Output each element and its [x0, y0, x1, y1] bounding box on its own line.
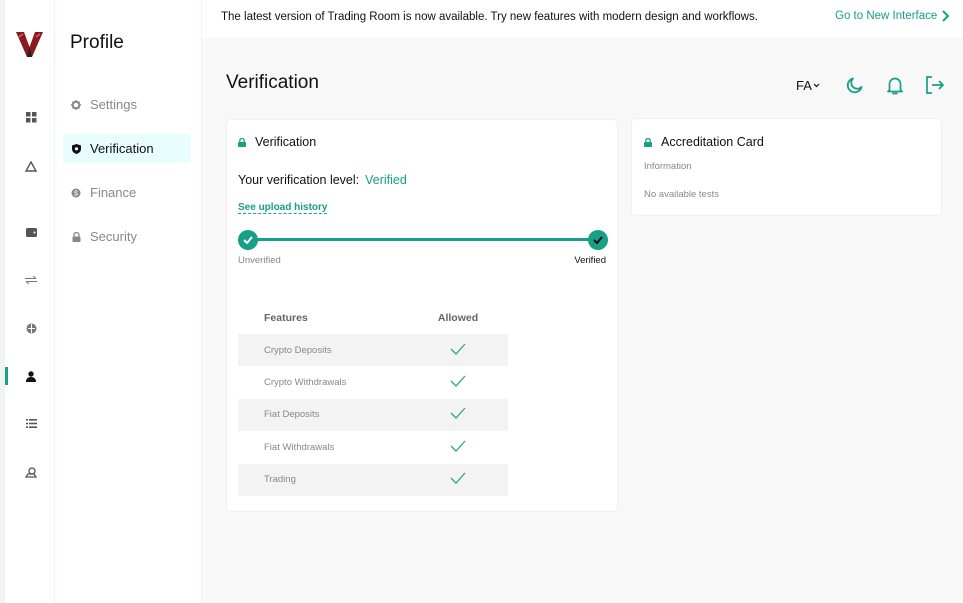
list-icon[interactable]	[24, 416, 38, 430]
new-interface-link[interactable]: Go to New Interface	[835, 10, 950, 22]
feature-name: Crypto Deposits	[238, 334, 408, 367]
moon-icon	[846, 77, 863, 94]
recycle-icon[interactable]	[24, 159, 38, 173]
subnav-item-settings[interactable]: Settings	[63, 90, 191, 119]
accreditation-card-header: Accreditation Card	[644, 135, 764, 149]
user-icon[interactable]	[24, 369, 38, 383]
notifications-button[interactable]	[885, 75, 905, 95]
rail-edge	[0, 0, 5, 603]
allowed-cell	[408, 398, 508, 432]
exchange-icon[interactable]	[24, 273, 38, 287]
features-header: Features	[264, 311, 308, 324]
verification-progress	[238, 230, 608, 250]
feature-name: Crypto Withdrawals	[264, 377, 347, 389]
banner-message: The latest version of Trading Room is no…	[221, 11, 758, 23]
verification-card: Verification Your verification level: Ver…	[226, 119, 618, 512]
subnav-item-security[interactable]: Security	[63, 222, 191, 251]
no-tests-message: No available tests	[644, 189, 719, 200]
lock-icon	[644, 137, 652, 147]
check-icon	[450, 440, 466, 452]
bell-icon	[887, 77, 903, 94]
step-label-verified: Verified	[574, 255, 606, 266]
allowed-cell	[408, 366, 508, 398]
feature-name: Fiat Deposits	[238, 398, 408, 432]
referral-icon[interactable]	[24, 465, 38, 479]
table-row: Crypto Withdrawals	[238, 366, 508, 398]
subnav-title: Profile	[70, 32, 124, 53]
table-row: Crypto Deposits	[238, 334, 508, 367]
language-value: FA	[796, 77, 812, 93]
chevron-down-icon	[813, 83, 820, 87]
features-table: Features Allowed Crypto Deposits Crypto W…	[238, 301, 508, 496]
active-indicator	[5, 367, 8, 385]
check-icon	[593, 236, 603, 244]
allowed-header: Allowed	[437, 311, 479, 324]
table-row: Fiat Withdrawals	[238, 431, 508, 463]
dark-mode-toggle[interactable]	[845, 75, 865, 95]
check-icon	[243, 236, 253, 244]
allowed-cell	[408, 334, 508, 367]
page-title: Verification	[226, 72, 319, 93]
logout-icon	[926, 76, 945, 94]
shield-icon	[69, 143, 83, 154]
table-row: Trading	[238, 463, 508, 496]
check-icon	[450, 408, 466, 420]
verification-card-header: Verification	[238, 135, 316, 149]
information-label: Information	[644, 161, 692, 172]
logout-button[interactable]	[925, 75, 945, 95]
globe-icon[interactable]	[24, 321, 38, 335]
subnav-item-label: Finance	[90, 185, 137, 200]
profile-subnav: Profile Settings Verification $ Finance …	[55, 0, 202, 603]
dashboard-icon[interactable]	[24, 110, 38, 124]
check-icon	[450, 375, 466, 388]
accreditation-card: Accreditation Card Information No availa…	[631, 118, 942, 216]
lock-icon	[238, 137, 246, 147]
wallet-icon[interactable]	[24, 225, 38, 239]
coin-icon: $	[69, 188, 83, 198]
check-icon	[450, 343, 466, 355]
subnav-item-label: Security	[90, 229, 137, 244]
icon-rail	[0, 0, 55, 603]
verification-level: Your verification level: Verified	[238, 173, 407, 187]
svg-text:$: $	[74, 190, 78, 197]
table-header-row: Features Allowed	[238, 301, 508, 334]
header-actions: FA	[796, 75, 945, 95]
feature-name: Trading	[238, 463, 408, 496]
new-interface-label: Go to New Interface	[835, 10, 938, 22]
step-verified-dot	[588, 230, 608, 250]
table-row: Fiat Deposits	[238, 398, 508, 432]
check-icon	[450, 472, 466, 485]
language-select[interactable]: FA	[796, 78, 820, 93]
level-value: Verified	[365, 173, 407, 187]
update-banner: The latest version of Trading Room is no…	[202, 0, 963, 38]
chevron-right-icon	[942, 10, 950, 22]
allowed-cell	[408, 431, 508, 463]
subnav-item-finance[interactable]: $ Finance	[63, 178, 191, 207]
level-label: Your verification level:	[238, 173, 360, 187]
step-label-unverified: Unverified	[238, 255, 281, 266]
subnav-item-verification[interactable]: Verification	[63, 134, 191, 163]
feature-name: Fiat Withdrawals	[264, 441, 335, 453]
upload-history-link[interactable]: See upload history	[238, 202, 328, 214]
subnav-item-label: Verification	[90, 141, 154, 156]
progress-line	[248, 238, 598, 241]
verification-card-title: Verification	[255, 135, 317, 149]
step-unverified-dot	[238, 230, 258, 250]
allowed-cell	[408, 463, 508, 496]
subnav-item-label: Settings	[90, 97, 137, 112]
gear-icon	[69, 99, 83, 110]
accreditation-card-title: Accreditation Card	[661, 135, 764, 149]
brand-logo[interactable]	[16, 32, 43, 57]
lock-icon	[69, 231, 83, 242]
